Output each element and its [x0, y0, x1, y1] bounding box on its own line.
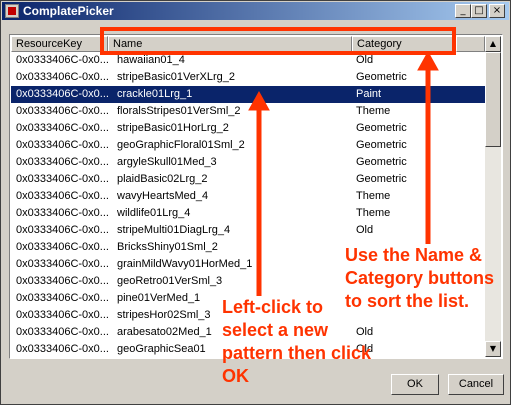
- table-row[interactable]: 0x0333406C-0x0... BricksShiny01Sml_2: [11, 239, 485, 256]
- table-row[interactable]: 0x0333406C-0x0... crackle01Lrg_1 Paint: [11, 86, 485, 103]
- name-cell: stripeBasic01VerXLrg_2: [117, 71, 236, 83]
- table-row[interactable]: 0x0333406C-0x0... arabesato02Med_1 Old: [11, 324, 485, 341]
- name-cell: stripeMulti01DiagLrg_4: [117, 224, 231, 236]
- resource-key-cell: 0x0333406C-0x0...: [16, 88, 108, 100]
- maximize-button[interactable]: □: [471, 4, 487, 18]
- name-cell: geoGraphicFloral01Sml_2: [117, 139, 245, 151]
- table-row[interactable]: 0x0333406C-0x0... stripeMulti01DiagLrg_4 O…: [11, 222, 485, 239]
- window-title: ComplatePicker: [23, 4, 114, 18]
- resource-key-cell: 0x0333406C-0x0...: [16, 326, 108, 338]
- minimize-button[interactable]: _: [455, 4, 471, 18]
- resource-key-cell: 0x0333406C-0x0...: [16, 224, 108, 236]
- table-row[interactable]: 0x0333406C-0x0... plaidBasic02Lrg_2 Geomet…: [11, 171, 485, 188]
- table-row[interactable]: 0x0333406C-0x0... geoGraphicFloral01Sml_2…: [11, 137, 485, 154]
- category-cell: Old: [356, 343, 374, 355]
- name-cell: hawaiian01_4: [117, 54, 185, 66]
- resource-key-cell: 0x0333406C-0x0...: [16, 156, 108, 168]
- name-cell: wildlife01Lrg_4: [117, 207, 191, 219]
- name-cell: geoGraphicSea01: [117, 343, 206, 355]
- scroll-thumb[interactable]: [485, 52, 501, 147]
- close-button[interactable]: ×: [489, 4, 505, 18]
- table-row[interactable]: 0x0333406C-0x0... hawaiian01_4 Old: [11, 52, 485, 69]
- table-row[interactable]: 0x0333406C-0x0... stripeBasic01VerXLrg_2 G…: [11, 69, 485, 86]
- category-cell: Theme: [356, 190, 391, 202]
- category-cell: Geometric: [356, 173, 407, 185]
- complate-picker-window: ComplatePicker _ □ × ResourceKey Name Ca…: [0, 0, 511, 405]
- resource-key-cell: 0x0333406C-0x0...: [16, 190, 108, 202]
- name-cell: wavyHeartsMed_4: [117, 190, 209, 202]
- name-cell: pine01VerMed_1: [117, 292, 201, 304]
- resource-key-cell: 0x0333406C-0x0...: [16, 258, 108, 270]
- pattern-list[interactable]: ResourceKey Name Category 0x0333406C-0x0…: [9, 34, 503, 359]
- cancel-button[interactable]: Cancel: [448, 374, 504, 395]
- name-cell: geoRetro01VerSml_3: [117, 275, 223, 287]
- category-cell: Geometric: [356, 156, 407, 168]
- vertical-scrollbar[interactable]: ▲ ▼: [485, 36, 501, 357]
- name-cell: plaidBasic02Lrg_2: [117, 173, 208, 185]
- table-row[interactable]: 0x0333406C-0x0... geoGraphicSea01 Old: [11, 341, 485, 358]
- category-cell: Old: [356, 54, 374, 66]
- name-cell: BricksShiny01Sml_2: [117, 241, 218, 253]
- table-row[interactable]: 0x0333406C-0x0... pine01VerMed_1: [11, 290, 485, 307]
- column-header-name[interactable]: Name: [108, 36, 352, 52]
- resource-key-cell: 0x0333406C-0x0...: [16, 105, 108, 117]
- column-header-resourcekey[interactable]: ResourceKey: [11, 36, 108, 52]
- list-rows: 0x0333406C-0x0... hawaiian01_4 Old 0x033340…: [11, 52, 485, 358]
- title-bar[interactable]: ComplatePicker _ □ ×: [2, 2, 509, 20]
- name-cell: argyleSkull01Med_3: [117, 156, 217, 168]
- resource-key-cell: 0x0333406C-0x0...: [16, 309, 108, 321]
- resource-key-cell: 0x0333406C-0x0...: [16, 241, 108, 253]
- resource-key-cell: 0x0333406C-0x0...: [16, 343, 108, 355]
- category-cell: Theme: [356, 207, 391, 219]
- table-row[interactable]: 0x0333406C-0x0... stripeBasic01HorLrg_2 Ge…: [11, 120, 485, 137]
- resource-key-cell: 0x0333406C-0x0...: [16, 71, 108, 83]
- list-header: ResourceKey Name Category: [11, 36, 485, 52]
- app-icon: [5, 4, 19, 18]
- category-cell: Old: [356, 326, 374, 338]
- column-header-spacer: [456, 36, 485, 52]
- table-row[interactable]: 0x0333406C-0x0... wavyHeartsMed_4 Theme: [11, 188, 485, 205]
- table-row[interactable]: 0x0333406C-0x0... grainMildWavy01HorMed_1: [11, 256, 485, 273]
- ok-button[interactable]: OK: [391, 374, 439, 395]
- table-row[interactable]: 0x0333406C-0x0... floralsStripes01VerSml_…: [11, 103, 485, 120]
- category-cell: Geometric: [356, 122, 407, 134]
- resource-key-cell: 0x0333406C-0x0...: [16, 139, 108, 151]
- name-cell: grainMildWavy01HorMed_1: [117, 258, 253, 270]
- table-row[interactable]: 0x0333406C-0x0... wildlife01Lrg_4 Theme: [11, 205, 485, 222]
- category-cell: Theme: [356, 105, 391, 117]
- table-row[interactable]: 0x0333406C-0x0... geoRetro01VerSml_3: [11, 273, 485, 290]
- table-row[interactable]: 0x0333406C-0x0... argyleSkull01Med_3 Geome…: [11, 154, 485, 171]
- name-cell: crackle01Lrg_1: [117, 88, 193, 100]
- name-cell: stripesHor02Sml_3: [117, 309, 211, 321]
- category-cell: Paint: [356, 88, 382, 100]
- resource-key-cell: 0x0333406C-0x0...: [16, 275, 108, 287]
- category-cell: Geometric: [356, 139, 407, 151]
- resource-key-cell: 0x0333406C-0x0...: [16, 292, 108, 304]
- table-row[interactable]: 0x0333406C-0x0... stripesHor02Sml_3: [11, 307, 485, 324]
- name-cell: stripeBasic01HorLrg_2: [117, 122, 229, 134]
- resource-key-cell: 0x0333406C-0x0...: [16, 122, 108, 134]
- name-cell: arabesato02Med_1: [117, 326, 212, 338]
- resource-key-cell: 0x0333406C-0x0...: [16, 207, 108, 219]
- scroll-down-arrow-icon[interactable]: ▼: [485, 341, 501, 357]
- category-cell: Old: [356, 224, 374, 236]
- column-header-category[interactable]: Category: [352, 36, 456, 52]
- name-cell: floralsStripes01VerSml_2: [117, 105, 241, 117]
- resource-key-cell: 0x0333406C-0x0...: [16, 173, 108, 185]
- category-cell: Geometric: [356, 71, 407, 83]
- scroll-up-arrow-icon[interactable]: ▲: [485, 36, 501, 52]
- resource-key-cell: 0x0333406C-0x0...: [16, 54, 108, 66]
